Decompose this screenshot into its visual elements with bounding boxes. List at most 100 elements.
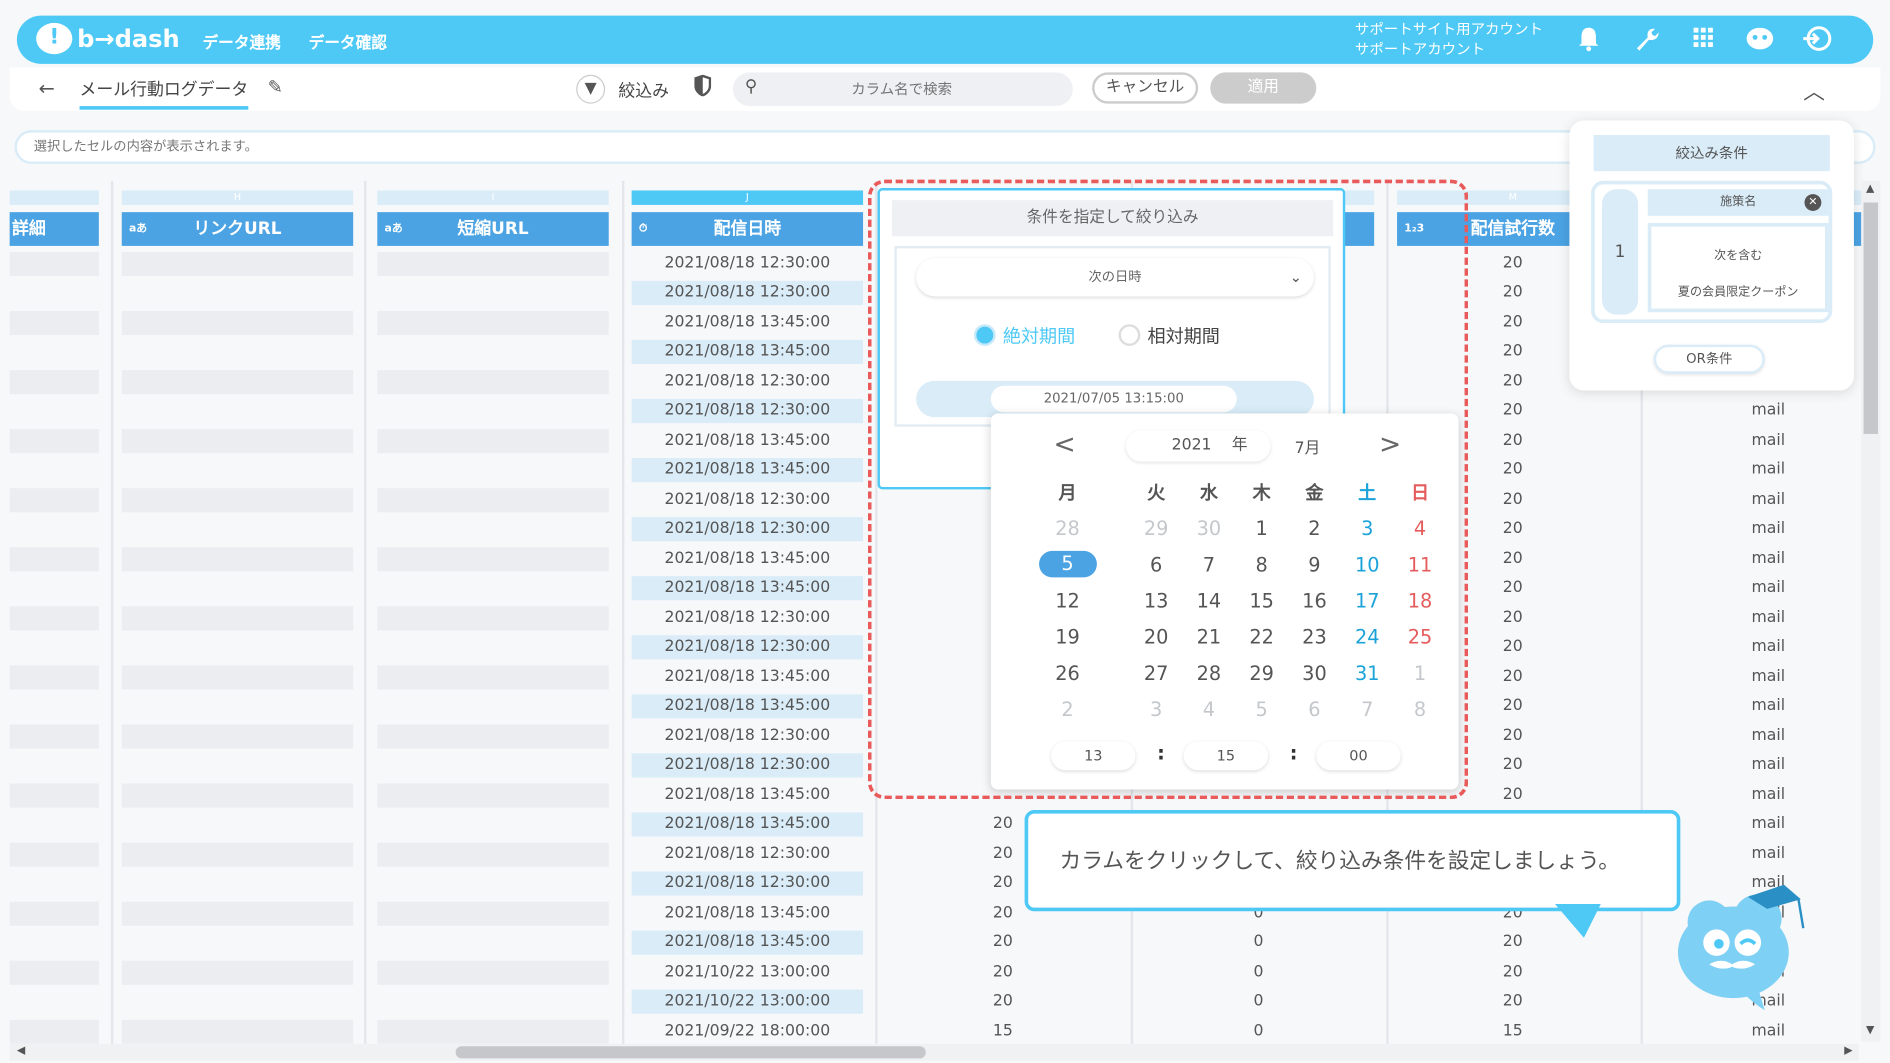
numeric-cell[interactable]: 0 — [1143, 990, 1374, 1014]
calendar-day[interactable]: 9 — [1288, 546, 1341, 582]
calendar-day[interactable]: 2 — [1005, 691, 1129, 727]
date-input[interactable]: 2021/07/05 13:15:00 — [990, 385, 1237, 413]
next-month-button[interactable]: > — [1379, 430, 1401, 460]
bell-icon[interactable] — [1574, 25, 1603, 54]
table-cell[interactable] — [377, 428, 609, 453]
datetime-cell[interactable]: 2021/08/18 12:30:00 — [632, 842, 863, 866]
calendar-day[interactable]: 14 — [1183, 582, 1236, 618]
channel-cell[interactable]: mail — [1653, 606, 1869, 630]
calendar-day[interactable]: 29 — [1130, 510, 1183, 546]
table-cell[interactable] — [122, 399, 353, 423]
datetime-cell[interactable]: 2021/08/18 12:30:00 — [631, 871, 864, 896]
datetime-cell[interactable]: 2021/08/18 12:30:00 — [631, 280, 864, 305]
calendar-day[interactable]: 30 — [1183, 510, 1236, 546]
column-header[interactable]: 詳細 — [9, 212, 99, 246]
table-cell[interactable] — [121, 1019, 354, 1044]
calendar-day[interactable]: 17 — [1341, 582, 1394, 618]
calendar-day[interactable]: 21 — [1183, 618, 1236, 654]
datetime-cell[interactable]: 2021/08/18 12:30:00 — [631, 398, 864, 424]
datetime-cell[interactable]: 2021/08/18 13:45:00 — [632, 901, 863, 925]
scroll-right-icon[interactable]: ▶ — [1844, 1045, 1852, 1057]
calendar-day[interactable]: 8 — [1394, 691, 1447, 727]
datetime-cell[interactable]: 2021/08/18 13:45:00 — [632, 665, 863, 689]
table-cell[interactable] — [377, 960, 609, 985]
calendar-day[interactable]: 1 — [1235, 510, 1288, 546]
table-cell[interactable] — [121, 310, 354, 335]
table-cell[interactable] — [9, 782, 99, 808]
radio-relative-period[interactable]: 相対期間 — [1118, 323, 1220, 348]
calendar-day[interactable]: 8 — [1235, 546, 1288, 582]
calendar-day[interactable]: 2 — [1288, 510, 1341, 546]
calendar-day[interactable]: 29 — [1235, 655, 1288, 691]
calendar-day[interactable]: 3 — [1341, 510, 1394, 546]
table-cell[interactable] — [377, 605, 609, 630]
table-cell[interactable] — [377, 281, 608, 305]
column-search-input[interactable] — [781, 77, 1023, 102]
datetime-cell[interactable]: 2021/08/18 13:45:00 — [631, 930, 864, 955]
second-input[interactable]: 00 — [1316, 741, 1401, 771]
table-cell[interactable] — [9, 487, 99, 512]
edit-pencil-icon[interactable]: ✎ — [268, 76, 283, 98]
table-cell[interactable] — [121, 901, 354, 926]
attempt-count-cell[interactable]: 20 — [1397, 960, 1628, 984]
channel-cell[interactable]: mail — [1653, 576, 1869, 600]
calendar-day[interactable]: 6 — [1288, 691, 1341, 727]
calendar-day[interactable]: 19 — [1005, 618, 1129, 654]
calendar-day[interactable]: 7 — [1183, 546, 1236, 582]
table-cell[interactable] — [377, 1019, 609, 1044]
channel-cell[interactable]: mail — [1653, 399, 1869, 423]
numeric-cell[interactable]: 0 — [1143, 1019, 1374, 1043]
calendar-day[interactable]: 4 — [1183, 691, 1236, 727]
channel-cell[interactable]: mail — [1653, 458, 1869, 482]
table-cell[interactable] — [377, 723, 609, 748]
channel-cell[interactable]: mail — [1653, 753, 1869, 777]
column-search[interactable]: ⚲ — [732, 72, 1073, 107]
column-header[interactable]: ⏱ 配信日時 — [631, 212, 864, 246]
datetime-cell[interactable]: 2021/08/18 13:45:00 — [632, 429, 863, 453]
calendar-day[interactable]: 25 — [1394, 618, 1447, 654]
radio-absolute-period[interactable]: 絶対期間 — [973, 323, 1075, 348]
calendar-day[interactable]: 3 — [1130, 691, 1183, 727]
calendar-day-selected[interactable]: 5 — [1005, 546, 1129, 582]
datetime-cell[interactable]: 2021/09/22 18:00:00 — [632, 1019, 863, 1043]
calendar-day[interactable]: 18 — [1394, 582, 1447, 618]
logout-icon[interactable] — [1801, 25, 1832, 54]
calendar-day[interactable]: 26 — [1005, 655, 1129, 691]
apply-button[interactable]: 適用 — [1210, 72, 1317, 104]
datetime-cell[interactable]: 2021/08/18 12:30:00 — [632, 251, 863, 275]
table-cell[interactable] — [377, 901, 609, 926]
table-cell[interactable] — [122, 635, 353, 659]
table-cell[interactable] — [9, 428, 99, 453]
collapse-chevron-icon[interactable]: ︿ — [1803, 75, 1825, 106]
table-cell[interactable] — [377, 841, 609, 867]
table-cell[interactable] — [9, 723, 99, 748]
table-cell[interactable] — [9, 369, 99, 394]
table-cell[interactable] — [377, 664, 609, 689]
table-cell[interactable] — [121, 841, 354, 867]
scroll-left-icon[interactable]: ◀ — [17, 1045, 25, 1057]
table-cell[interactable] — [122, 753, 353, 777]
table-cell[interactable] — [377, 576, 608, 600]
table-cell[interactable] — [121, 723, 354, 748]
table-cell[interactable] — [121, 251, 354, 276]
calendar-day[interactable]: 23 — [1288, 618, 1341, 654]
logo[interactable]: b→dash — [36, 22, 180, 55]
table-cell[interactable] — [10, 576, 99, 600]
table-cell[interactable] — [121, 546, 354, 571]
table-cell[interactable] — [10, 694, 99, 718]
column-header[interactable]: aあ 短縮URL — [377, 212, 609, 246]
filter-funnel-icon[interactable]: ▼ — [576, 74, 606, 104]
calendar-day[interactable]: 16 — [1288, 582, 1341, 618]
datetime-cell[interactable]: 2021/08/18 13:45:00 — [632, 783, 863, 807]
table-cell[interactable] — [122, 458, 353, 482]
calendar-day[interactable]: 1 — [1394, 655, 1447, 691]
table-cell[interactable] — [121, 960, 354, 985]
table-cell[interactable] — [377, 369, 609, 394]
table-cell[interactable] — [377, 399, 608, 423]
cancel-button[interactable]: キャンセル — [1092, 72, 1199, 104]
table-cell[interactable] — [9, 1019, 99, 1044]
table-cell[interactable] — [377, 340, 608, 364]
close-icon[interactable]: ✕ — [1804, 194, 1822, 211]
mascot-icon[interactable] — [1673, 880, 1808, 1013]
hour-input[interactable]: 13 — [1051, 741, 1136, 771]
